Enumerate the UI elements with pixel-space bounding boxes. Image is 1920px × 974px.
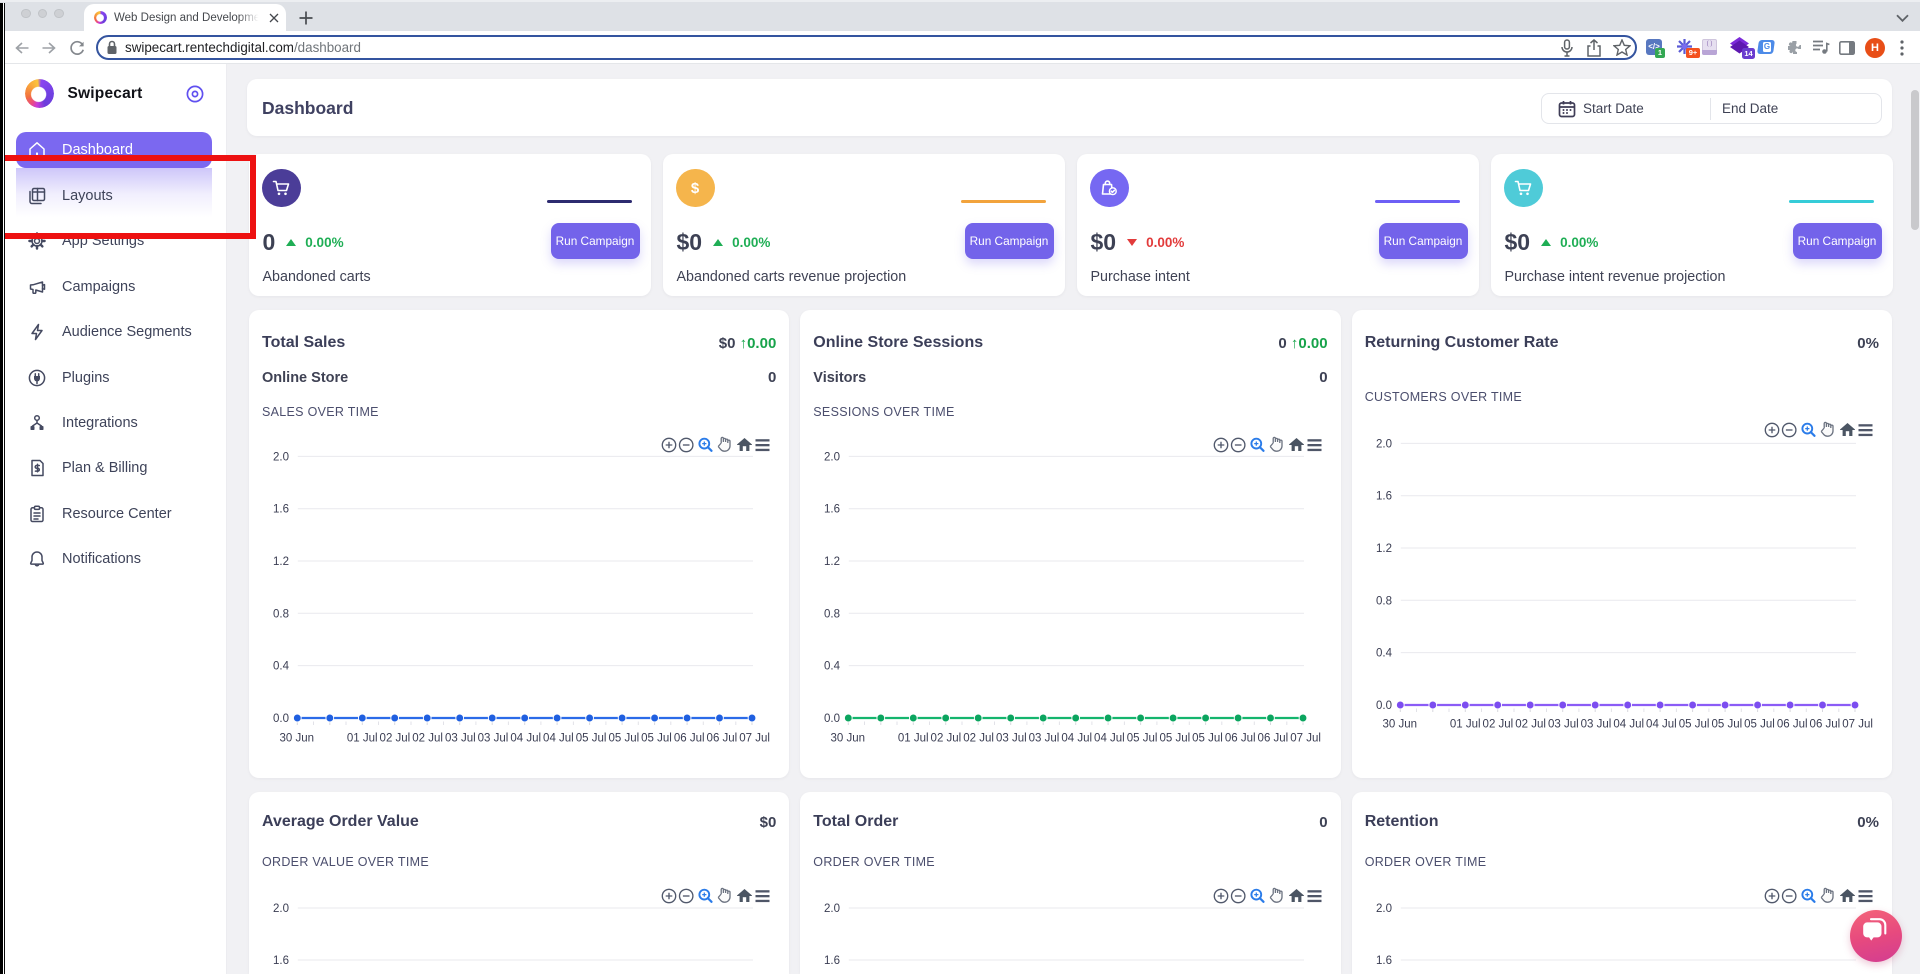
svg-text:05 Jul: 05 Jul xyxy=(1192,733,1223,745)
svg-text:05 Jul: 05 Jul xyxy=(1127,733,1158,745)
svg-text:1.6: 1.6 xyxy=(1376,491,1392,503)
svg-text:03 Jul: 03 Jul xyxy=(445,733,476,745)
svg-text:06 Jul: 06 Jul xyxy=(1225,733,1256,745)
svg-text:2.0: 2.0 xyxy=(1376,903,1392,915)
svg-text:06 Jul: 06 Jul xyxy=(1258,733,1289,745)
svg-text:04 Jul: 04 Jul xyxy=(1646,719,1677,731)
svg-text:0.4: 0.4 xyxy=(824,661,841,673)
svg-text:04 Jul: 04 Jul xyxy=(1062,733,1093,745)
svg-text:02 Jul: 02 Jul xyxy=(380,733,411,745)
svg-text:03 Jul: 03 Jul xyxy=(1580,719,1611,731)
svg-text:04 Jul: 04 Jul xyxy=(1613,719,1644,731)
svg-text:1.6: 1.6 xyxy=(273,955,289,967)
svg-text:06 Jul: 06 Jul xyxy=(1809,719,1840,731)
svg-text:$: $ xyxy=(691,180,700,197)
svg-text:03 Jul: 03 Jul xyxy=(996,733,1027,745)
svg-text:05 Jul: 05 Jul xyxy=(1711,719,1742,731)
svg-text:0.4: 0.4 xyxy=(1376,648,1393,660)
svg-text:06 Jul: 06 Jul xyxy=(674,733,705,745)
svg-text:07 Jul: 07 Jul xyxy=(739,733,770,745)
svg-text:03 Jul: 03 Jul xyxy=(478,733,509,745)
svg-text:1.6: 1.6 xyxy=(824,955,840,967)
svg-text:2.0: 2.0 xyxy=(824,903,840,915)
svg-text:30 Jun: 30 Jun xyxy=(1382,719,1417,731)
svg-text:06 Jul: 06 Jul xyxy=(1777,719,1808,731)
svg-text:0.0: 0.0 xyxy=(1376,700,1392,712)
svg-text:02 Jul: 02 Jul xyxy=(1482,719,1513,731)
svg-text:03 Jul: 03 Jul xyxy=(1548,719,1579,731)
svg-text:04 Jul: 04 Jul xyxy=(543,733,574,745)
svg-text:1.6: 1.6 xyxy=(1376,955,1392,967)
svg-text:30 Jun: 30 Jun xyxy=(831,733,866,745)
svg-text:05 Jul: 05 Jul xyxy=(1744,719,1775,731)
svg-text:05 Jul: 05 Jul xyxy=(576,733,607,745)
svg-text:05 Jul: 05 Jul xyxy=(641,733,672,745)
svg-text:1.2: 1.2 xyxy=(1376,543,1392,555)
svg-text:2.0: 2.0 xyxy=(273,451,289,463)
svg-text:07 Jul: 07 Jul xyxy=(1291,733,1322,745)
svg-text:01 Jul: 01 Jul xyxy=(1450,719,1481,731)
svg-text:0.0: 0.0 xyxy=(824,713,840,725)
svg-text:04 Jul: 04 Jul xyxy=(1094,733,1125,745)
svg-text:04 Jul: 04 Jul xyxy=(510,733,541,745)
svg-text:02 Jul: 02 Jul xyxy=(931,733,962,745)
svg-text:02 Jul: 02 Jul xyxy=(964,733,995,745)
svg-text:05 Jul: 05 Jul xyxy=(1678,719,1709,731)
svg-text:02 Jul: 02 Jul xyxy=(1515,719,1546,731)
svg-text:01 Jul: 01 Jul xyxy=(347,733,378,745)
svg-text:0.8: 0.8 xyxy=(273,608,289,620)
svg-text:2.0: 2.0 xyxy=(273,903,289,915)
svg-text:0.8: 0.8 xyxy=(1376,595,1392,607)
svg-text:03 Jul: 03 Jul xyxy=(1029,733,1060,745)
svg-text:01 Jul: 01 Jul xyxy=(898,733,929,745)
svg-text:1.6: 1.6 xyxy=(824,504,840,516)
svg-text:2.0: 2.0 xyxy=(824,451,840,463)
svg-text:0.8: 0.8 xyxy=(824,608,840,620)
svg-text:05 Jul: 05 Jul xyxy=(1160,733,1191,745)
svg-text:05 Jul: 05 Jul xyxy=(608,733,639,745)
svg-text:30 Jun: 30 Jun xyxy=(280,733,315,745)
svg-text:1.2: 1.2 xyxy=(824,556,840,568)
svg-text:1.6: 1.6 xyxy=(273,504,289,516)
svg-text:06 Jul: 06 Jul xyxy=(707,733,738,745)
svg-text:0.0: 0.0 xyxy=(273,713,289,725)
svg-text:0.4: 0.4 xyxy=(273,661,290,673)
svg-text:07 Jul: 07 Jul xyxy=(1842,719,1873,731)
svg-text:2.0: 2.0 xyxy=(1376,438,1392,450)
svg-text:02 Jul: 02 Jul xyxy=(412,733,443,745)
svg-text:1.2: 1.2 xyxy=(273,556,289,568)
